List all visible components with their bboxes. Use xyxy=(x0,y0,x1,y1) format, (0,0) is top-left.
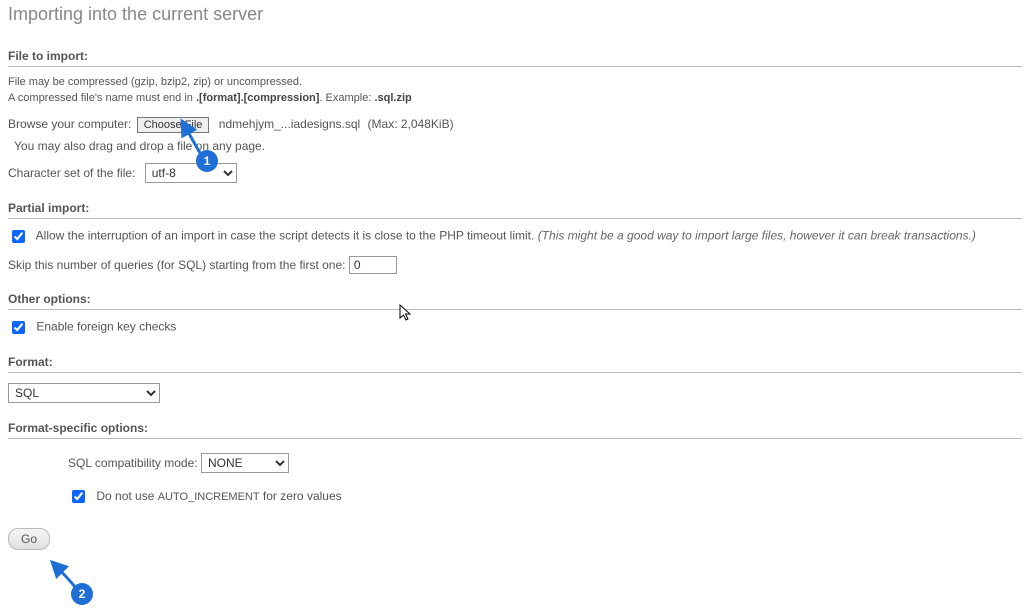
max-size: (Max: 2,048KiB) xyxy=(368,117,454,131)
annotation-marker-2: 2 xyxy=(71,583,93,605)
allow-interrupt-label: Allow the interruption of an import in c… xyxy=(36,229,538,243)
allow-interrupt-hint: (This might be a good way to import larg… xyxy=(538,229,976,243)
skip-queries-input[interactable] xyxy=(349,256,397,274)
section-format: Format: xyxy=(8,355,1022,373)
sql-mode-select[interactable]: NONE xyxy=(201,453,289,473)
foreign-key-label: Enable foreign key checks xyxy=(36,320,176,334)
format-select[interactable]: SQL xyxy=(8,383,160,403)
browse-label: Browse your computer: xyxy=(8,117,131,131)
charset-label: Character set of the file: xyxy=(8,166,135,180)
compress-note-2: A compressed file's name must end in .[f… xyxy=(8,91,1022,107)
section-format-specific: Format-specific options: xyxy=(8,421,1022,439)
section-other-options: Other options: xyxy=(8,292,1022,310)
charset-select[interactable]: utf-8 xyxy=(145,163,237,183)
allow-interrupt-checkbox[interactable] xyxy=(12,230,25,243)
foreign-key-checkbox[interactable] xyxy=(12,321,25,334)
choose-file-button[interactable]: Choose File xyxy=(137,117,210,133)
annotation-marker-1: 1 xyxy=(196,150,218,172)
section-file-to-import: File to import: xyxy=(8,49,1022,67)
selected-filename: ndmehjym_...iadesigns.sql xyxy=(219,117,360,131)
no-auto-increment-label: Do not use AUTO_INCREMENT for zero value… xyxy=(96,489,341,503)
section-partial-import: Partial import: xyxy=(8,201,1022,219)
page-title: Importing into the current server xyxy=(8,4,1022,25)
compress-note-1: File may be compressed (gzip, bzip2, zip… xyxy=(8,75,1022,91)
sql-mode-label: SQL compatibility mode: xyxy=(68,456,198,470)
drag-drop-note: You may also drag and drop a file on any… xyxy=(8,139,1022,153)
skip-queries-label: Skip this number of queries (for SQL) st… xyxy=(8,258,345,272)
go-button[interactable]: Go xyxy=(8,528,50,550)
no-auto-increment-checkbox[interactable] xyxy=(72,490,85,503)
